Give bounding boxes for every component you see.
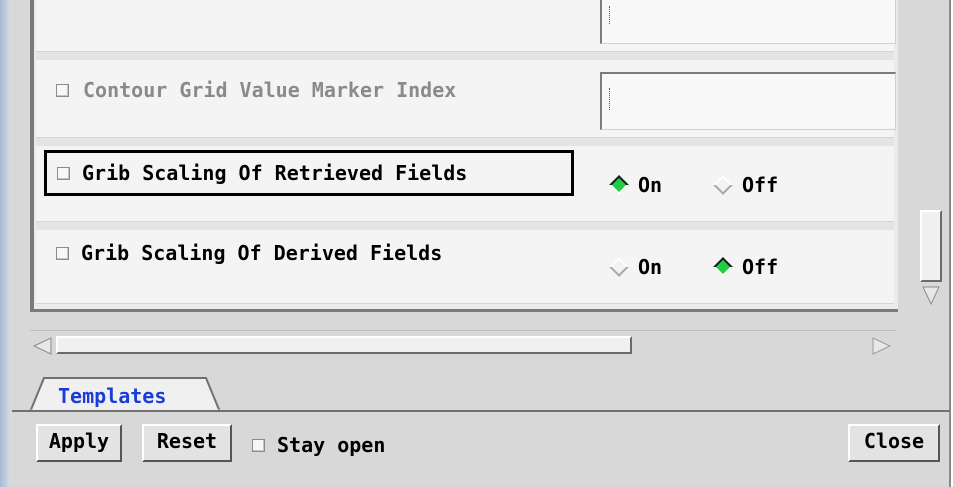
grib-retrieved-off-radio[interactable]: Off [713, 172, 779, 198]
contour-marker-checkbox[interactable] [56, 83, 69, 97]
grib-derived-on-label: On [638, 255, 663, 279]
grib-retrieved-label: Grib Scaling Of Retrieved Fields [82, 161, 468, 185]
reset-button[interactable]: Reset [142, 424, 232, 462]
text-caret [609, 88, 612, 110]
scroll-left-arrow-icon[interactable] [32, 336, 54, 356]
radio-unselected-icon [713, 175, 733, 195]
grib-derived-off-radio[interactable]: Off [713, 254, 779, 280]
grib-retrieved-option[interactable]: Grib Scaling Of Retrieved Fields [44, 150, 574, 196]
grib-retrieved-on-label: On [638, 173, 663, 197]
stay-open-option[interactable]: Stay open [252, 432, 385, 458]
apply-button[interactable]: Apply [36, 424, 122, 462]
grib-derived-off-label: Off [742, 255, 779, 279]
row-separator [36, 52, 894, 60]
radio-unselected-icon [609, 257, 629, 277]
radio-selected-icon [713, 257, 733, 277]
partial-text-field[interactable] [600, 0, 896, 44]
horizontal-scrollbar-thumb[interactable] [56, 336, 632, 354]
tab-templates-label: Templates [58, 384, 167, 408]
text-caret [609, 6, 612, 24]
contour-marker-label: Contour Grid Value Marker Index [83, 78, 457, 102]
grib-retrieved-off-label: Off [742, 173, 779, 197]
grib-retrieved-checkbox[interactable] [57, 166, 70, 180]
row-separator [36, 222, 894, 230]
contour-marker-option[interactable]: Contour Grid Value Marker Index [56, 78, 456, 102]
grib-derived-option[interactable]: Grib Scaling Of Derived Fields [56, 240, 442, 266]
grib-derived-checkbox[interactable] [56, 246, 69, 260]
contour-marker-field[interactable] [600, 72, 896, 130]
radio-selected-icon [609, 175, 629, 195]
tab-divider-right [216, 410, 950, 412]
row-separator [36, 138, 894, 146]
vertical-scrollbar-thumb[interactable] [920, 210, 942, 282]
close-button[interactable]: Close [848, 424, 940, 462]
grib-derived-on-radio[interactable]: On [609, 254, 663, 280]
scroll-down-arrow-icon[interactable] [920, 284, 942, 308]
grib-derived-label: Grib Scaling Of Derived Fields [81, 241, 443, 265]
stay-open-checkbox[interactable] [252, 438, 265, 452]
tab-templates[interactable]: Templates [30, 376, 220, 412]
desktop-edge [0, 0, 10, 487]
stay-open-label: Stay open [277, 433, 386, 457]
grib-retrieved-on-radio[interactable]: On [609, 172, 663, 198]
scroll-right-arrow-icon[interactable] [870, 336, 892, 356]
